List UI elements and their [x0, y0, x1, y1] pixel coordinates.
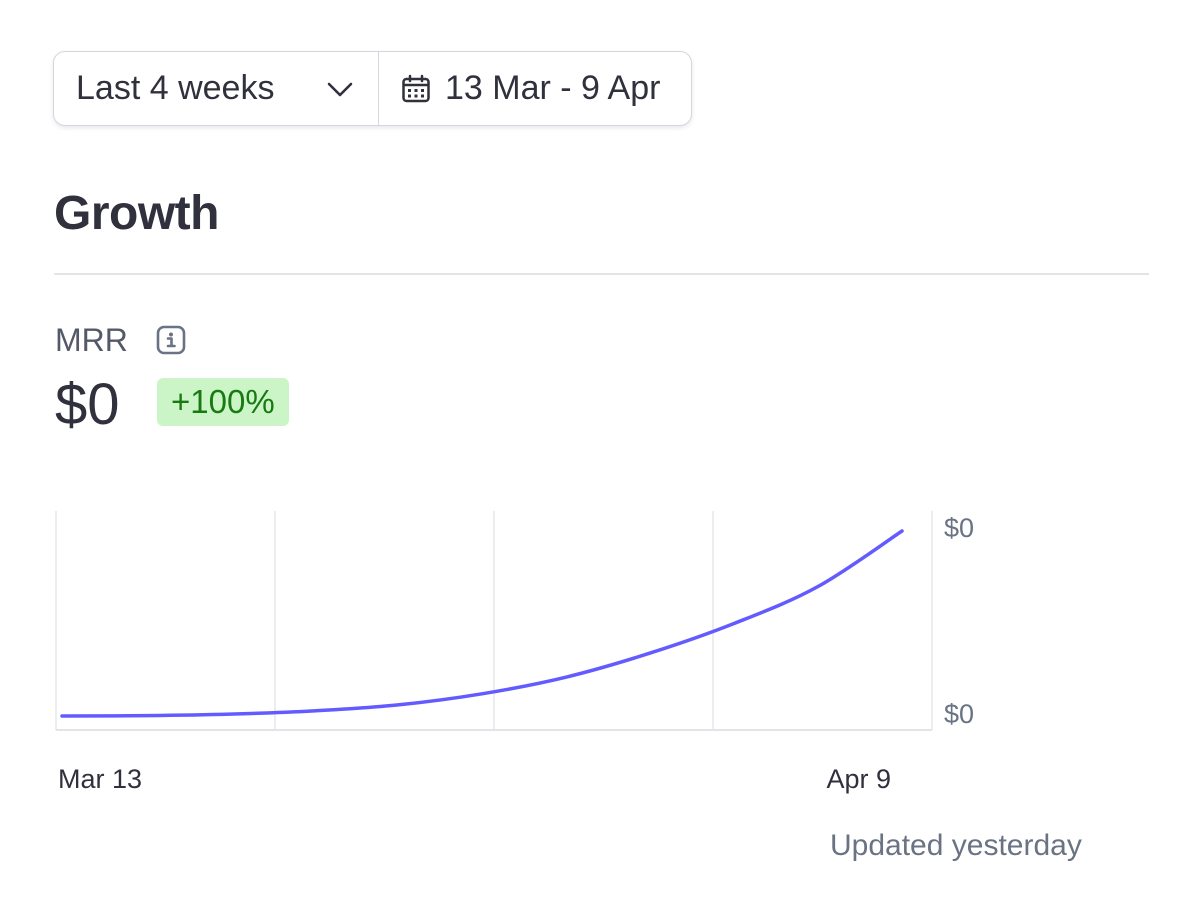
period-select[interactable]: Last 4 weeks — [54, 52, 379, 125]
x-tick-label: Mar 13 — [58, 764, 142, 794]
chevron-down-icon — [324, 73, 356, 105]
change-badge: +100% — [157, 378, 289, 426]
y-tick-label: $0 — [944, 513, 974, 543]
period-select-label: Last 4 weeks — [76, 69, 275, 107]
section-title: Growth — [54, 187, 219, 240]
mrr-series-line — [60, 529, 904, 718]
date-range-picker[interactable]: 13 Mar - 9 Apr — [379, 52, 691, 125]
date-range-label: 13 Mar - 9 Apr — [445, 69, 661, 107]
updated-status: Updated yesterday — [830, 829, 1082, 862]
metric-label: MRR — [55, 322, 128, 358]
y-tick-label: $0 — [944, 699, 974, 729]
date-filter-bar: Last 4 weeks 13 Mar - 9 Apr — [53, 51, 692, 126]
calendar-icon — [401, 74, 431, 104]
section-divider — [54, 273, 1149, 275]
x-tick-label: Apr 9 — [826, 764, 891, 794]
metric-value: $0 — [55, 372, 120, 437]
mrr-chart: $0 $0 Mar 13 Apr 9 — [55, 511, 974, 794]
info-icon[interactable] — [156, 325, 186, 355]
